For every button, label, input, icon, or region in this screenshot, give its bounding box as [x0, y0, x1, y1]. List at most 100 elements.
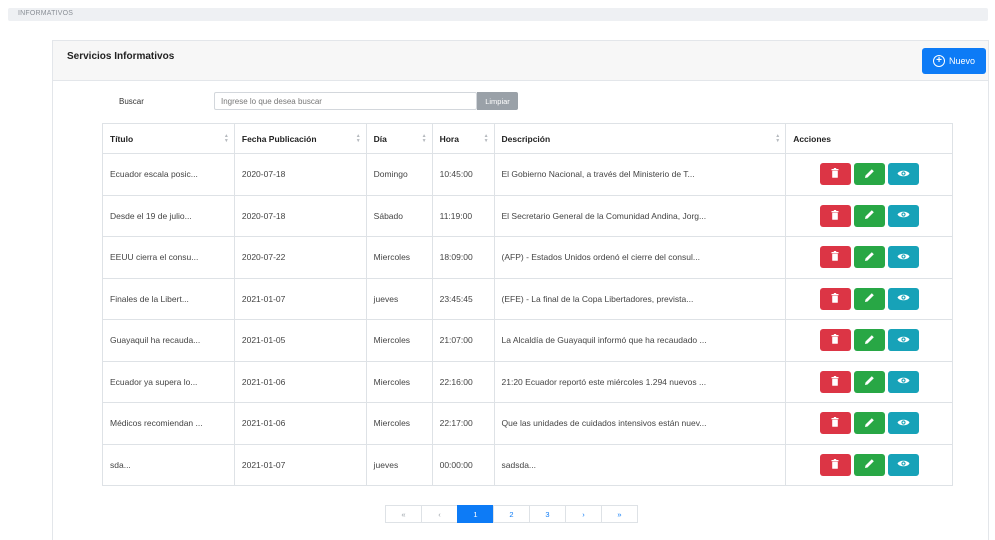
pagination: «‹ 1 2 3 ›»	[385, 505, 638, 523]
view-button[interactable]	[887, 287, 919, 310]
table-row: Ecuador escala posic... 2020-07-18 Domingo…	[102, 153, 953, 196]
view-button[interactable]	[887, 453, 919, 476]
page-prev-button[interactable]: ‹	[421, 505, 458, 523]
trash-icon	[831, 417, 839, 429]
eye-icon	[897, 293, 910, 304]
cell-dia: Domingo	[365, 153, 433, 196]
eye-icon	[897, 210, 910, 221]
row-actions	[793, 329, 945, 352]
edit-button[interactable]	[853, 287, 885, 310]
edit-button[interactable]	[853, 163, 885, 186]
column-header-label: Acciones	[793, 133, 831, 144]
trash-icon	[831, 251, 839, 263]
column-header-descripcion[interactable]: Descripción ▲ ▼	[493, 123, 787, 154]
cell-titulo: Desde el 19 de julio...	[102, 194, 235, 237]
cell-hora: 23:45:45	[431, 277, 495, 320]
delete-button[interactable]	[819, 370, 851, 393]
page-next-button[interactable]: ›	[565, 505, 602, 523]
view-button[interactable]	[887, 246, 919, 269]
delete-button[interactable]	[819, 287, 851, 310]
view-button[interactable]	[887, 412, 919, 435]
column-header-label: Título	[110, 133, 134, 144]
column-header-fecha[interactable]: Fecha Publicación ▲ ▼	[233, 123, 367, 154]
cell-descripcion: (EFE) - La final de la Copa Libertadores…	[493, 277, 787, 320]
edit-button[interactable]	[853, 204, 885, 227]
table-row: Ecuador ya supera lo... 2021-01-06 Miercol…	[102, 360, 953, 403]
cell-hora: 11:19:00	[431, 194, 495, 237]
new-button[interactable]: + Nuevo	[922, 48, 986, 74]
row-actions	[793, 163, 945, 186]
cell-descripcion: El Gobierno Nacional, a través del Minis…	[493, 153, 787, 196]
delete-button[interactable]	[819, 163, 851, 186]
sort-icon: ▲ ▼	[775, 133, 781, 144]
table-row: Guayaquil ha recauda... 2021-01-05 Miercol…	[102, 319, 953, 362]
page-last-button[interactable]: »	[601, 505, 638, 523]
page-3-button[interactable]: 3	[529, 505, 566, 523]
table-row: Finales de la Libert... 2021-01-07 jueves 2…	[102, 277, 953, 320]
page-first-button[interactable]: «	[385, 505, 422, 523]
pencil-icon	[864, 209, 875, 222]
cell-titulo: Finales de la Libert...	[102, 277, 235, 320]
sort-icon: ▲ ▼	[223, 133, 229, 144]
column-header-label: Día	[373, 133, 387, 144]
edit-button[interactable]	[853, 329, 885, 352]
services-card: Servicios Informativos + Nuevo Buscar Li…	[52, 40, 989, 540]
view-button[interactable]	[887, 163, 919, 186]
column-header-hora[interactable]: Hora ▲ ▼	[431, 123, 495, 154]
column-header-label: Fecha Publicación	[241, 133, 317, 144]
cell-titulo: sda...	[102, 443, 235, 486]
page-1-button[interactable]: 1	[457, 505, 494, 523]
cell-fecha: 2020-07-22	[233, 236, 367, 279]
view-button[interactable]	[887, 204, 919, 227]
delete-button[interactable]	[819, 246, 851, 269]
cell-fecha: 2021-01-05	[233, 319, 367, 362]
cell-hora: 10:45:00	[431, 153, 495, 196]
clear-button[interactable]: Limpiar	[477, 92, 518, 110]
delete-button[interactable]	[819, 329, 851, 352]
row-actions	[793, 246, 945, 269]
delete-button[interactable]	[819, 412, 851, 435]
eye-icon	[897, 335, 910, 346]
news-table: Título ▲ ▼ Fecha Publicación ▲ ▼ Día ▲ ▼ Hora ▲ ▼ De…	[102, 123, 953, 486]
edit-button[interactable]	[853, 370, 885, 393]
pencil-icon	[864, 458, 875, 471]
cell-fecha: 2021-01-06	[233, 402, 367, 445]
cell-acciones	[785, 360, 953, 403]
row-actions	[793, 287, 945, 310]
cell-descripcion: (AFP) - Estados Unidos ordenó el cierre …	[493, 236, 787, 279]
cell-descripcion: sadsda...	[493, 443, 787, 486]
edit-button[interactable]	[853, 412, 885, 435]
cell-hora: 00:00:00	[431, 443, 495, 486]
column-header-acciones: Acciones	[785, 123, 953, 154]
eye-icon	[897, 252, 910, 263]
cell-acciones	[785, 153, 953, 196]
eye-icon	[897, 376, 910, 387]
table-row: EEUU cierra el consu... 2020-07-22 Miercol…	[102, 236, 953, 279]
trash-icon	[831, 458, 839, 471]
column-header-label: Hora	[439, 133, 459, 144]
edit-button[interactable]	[853, 453, 885, 476]
sort-icon: ▲ ▼	[355, 133, 361, 144]
cell-descripcion: Que las unidades de cuidados intensivos …	[493, 402, 787, 445]
page-title: Servicios Informativos	[67, 51, 175, 62]
column-header-titulo[interactable]: Título ▲ ▼	[102, 123, 235, 154]
pencil-icon	[864, 292, 875, 305]
cell-descripcion: 21:20 Ecuador reportó este miércoles 1.2…	[493, 360, 787, 403]
cell-dia: Miercoles	[365, 360, 433, 403]
cell-acciones	[785, 443, 953, 486]
cell-titulo: Guayaquil ha recauda...	[102, 319, 235, 362]
view-button[interactable]	[887, 329, 919, 352]
cell-fecha: 2020-07-18	[233, 153, 367, 196]
cell-titulo: Médicos recomiendan ...	[102, 402, 235, 445]
delete-button[interactable]	[819, 453, 851, 476]
search-input[interactable]	[214, 92, 477, 110]
column-header-dia[interactable]: Día ▲ ▼	[365, 123, 433, 154]
page-2-button[interactable]: 2	[493, 505, 530, 523]
cell-hora: 22:16:00	[431, 360, 495, 403]
delete-button[interactable]	[819, 204, 851, 227]
trash-icon	[831, 209, 839, 222]
pencil-icon	[864, 375, 875, 388]
view-button[interactable]	[887, 370, 919, 393]
edit-button[interactable]	[853, 246, 885, 269]
row-actions	[793, 204, 945, 227]
